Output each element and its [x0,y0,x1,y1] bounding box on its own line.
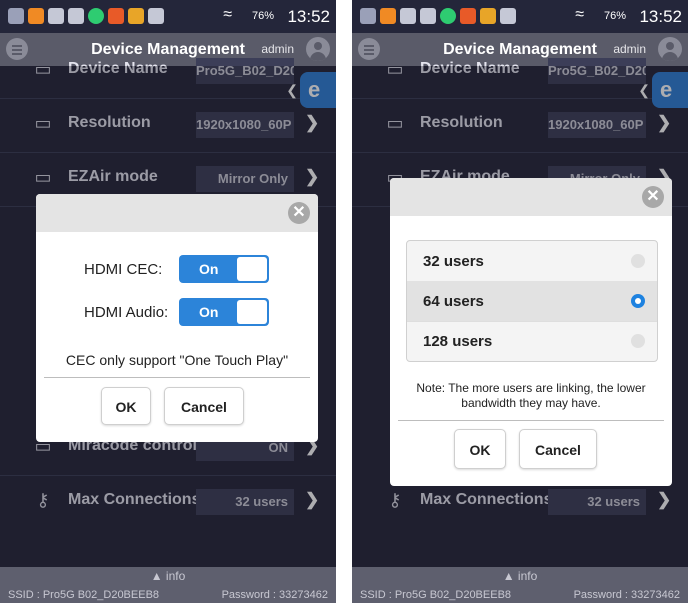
wifi-icon: ≈ [223,6,232,23]
ok-button[interactable]: OK [454,429,506,469]
check-icon [440,8,456,24]
battery-level: 76% [603,10,626,22]
notification-icon [8,8,24,24]
info-toggle[interactable]: ▲ info [0,569,336,583]
app-icon [148,8,164,24]
hdmi-audio-toggle[interactable]: On [179,298,269,326]
clock: 13:52 [639,7,682,26]
hdmi-dialog: ✕ HDMI CEC: On HDMI Audio: On CEC only s… [36,194,318,442]
cancel-button[interactable]: Cancel [164,387,244,425]
app-icon [460,8,476,24]
ok-button[interactable]: OK [101,387,151,425]
app-icon [108,8,124,24]
cancel-button[interactable]: Cancel [519,429,597,469]
radio-button[interactable] [631,334,645,348]
divider [44,377,310,378]
toggle-state: On [199,261,219,277]
footer: ▲ info SSID : Pro5G B02_D20BEEB8 Passwor… [0,567,336,603]
hdmi-audio-label: HDMI Audio: [84,304,169,321]
wifi-icon: ≈ [575,6,584,23]
password-text: Password : 33273462 [573,589,680,601]
notification-icon [360,8,376,24]
cec-note: CEC only support "One Touch Play" [65,352,289,368]
app-icon [500,8,516,24]
clock: 13:52 [287,7,330,26]
option-label: 32 users [423,253,484,270]
password-text: Password : 33273462 [221,589,328,601]
app-icon [420,8,436,24]
radio-button[interactable] [631,254,645,268]
info-toggle[interactable]: ▲ info [352,569,688,583]
phone-screen-hdmi: ≈ 76% 13:52 Device Management admin ▭ De… [0,0,336,603]
hdmi-cec-label: HDMI CEC: [84,261,163,278]
app-icon [28,8,44,24]
bandwidth-note: Note: The more users are linking, the lo… [416,381,646,410]
radio-button-selected[interactable] [631,294,645,308]
dialog-header: ✕ [36,194,318,232]
app-icon [48,8,64,24]
app-icon [128,8,144,24]
option-128-users[interactable]: 128 users [407,321,657,361]
toggle-state: On [199,304,219,320]
option-label: 128 users [423,333,493,350]
phone-screen-users: ≈ 76% 13:52 Device Management admin ▭ De… [352,0,688,603]
status-bar: ≈ 76% 13:52 [352,0,688,33]
app-icon [400,8,416,24]
check-icon [88,8,104,24]
footer: ▲ info SSID : Pro5G B02_D20BEEB8 Passwor… [352,567,688,603]
max-users-dialog: ✕ 32 users 64 users 128 users Note: The … [390,178,672,486]
hdmi-cec-toggle[interactable]: On [179,255,269,283]
ssid-text: SSID : Pro5G B02_D20BEEB8 [360,589,512,601]
option-label: 64 users [423,293,484,310]
close-icon[interactable]: ✕ [642,186,664,208]
option-32-users[interactable]: 32 users [407,241,657,282]
status-bar: ≈ 76% 13:52 [0,0,336,33]
ssid-text: SSID : Pro5G B02_D20BEEB8 [8,589,160,601]
info-label: info [517,569,538,583]
app-icon [68,8,84,24]
dialog-header: ✕ [390,178,672,216]
app-icon [480,8,496,24]
option-64-users[interactable]: 64 users [407,281,657,322]
divider [398,420,664,421]
close-icon[interactable]: ✕ [288,202,310,224]
user-options-list: 32 users 64 users 128 users [406,240,658,362]
info-label: info [165,569,186,583]
app-icon [380,8,396,24]
battery-level: 76% [251,10,274,22]
